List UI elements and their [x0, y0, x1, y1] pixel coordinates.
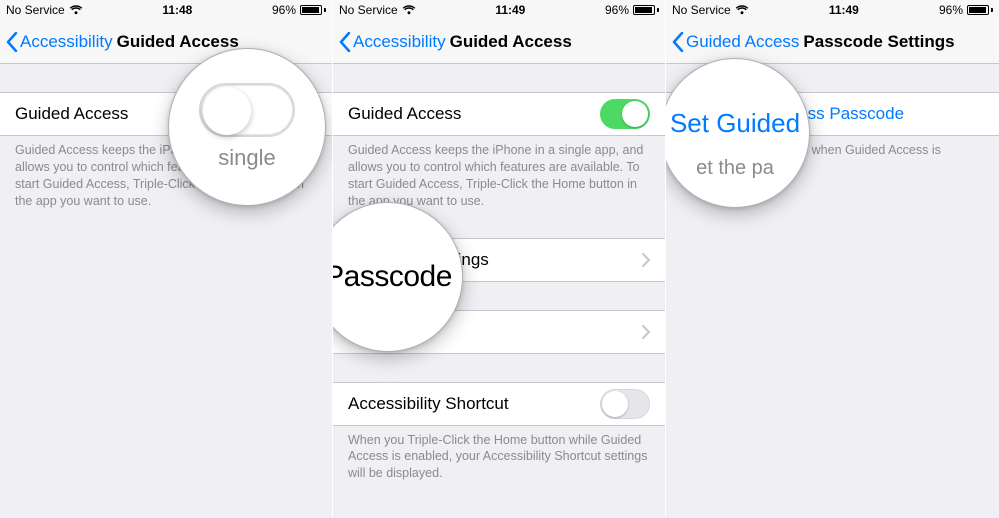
carrier-text: No Service: [672, 3, 731, 17]
group-footer: When you Triple-Click the Home button wh…: [333, 426, 665, 483]
chevron-right-icon: [642, 325, 650, 339]
toggle-switch[interactable]: [600, 389, 650, 419]
row-label: Guided Access: [348, 104, 461, 124]
wifi-icon: [735, 5, 749, 15]
guided-access-toggle-row[interactable]: Guided Access: [333, 92, 665, 136]
nav-bar: Accessibility Guided Access: [333, 20, 665, 64]
magnifier-label-top: Set Guided: [670, 108, 800, 139]
nav-title: Guided Access: [117, 32, 239, 52]
clock: 11:49: [495, 3, 525, 17]
magnified-toggle-switch: [199, 83, 295, 137]
toggle-switch[interactable]: [600, 99, 650, 129]
chevron-left-icon: [339, 32, 351, 52]
magnifier-toggle: single: [168, 48, 326, 206]
clock: 11:48: [162, 3, 192, 17]
magnifier-caption: single: [218, 145, 275, 171]
back-button[interactable]: Accessibility: [6, 32, 113, 52]
back-button[interactable]: Guided Access: [672, 32, 799, 52]
battery-icon: [300, 5, 326, 15]
carrier-text: No Service: [339, 3, 398, 17]
back-label: Accessibility: [353, 32, 446, 52]
wifi-icon: [69, 5, 83, 15]
status-bar: No Service 11:48 96%: [0, 0, 332, 20]
accessibility-shortcut-row[interactable]: Accessibility Shortcut: [333, 382, 665, 426]
back-button[interactable]: Accessibility: [339, 32, 446, 52]
back-label: Accessibility: [20, 32, 113, 52]
chevron-right-icon: [642, 253, 650, 267]
carrier-text: No Service: [6, 3, 65, 17]
nav-title: Guided Access: [450, 32, 572, 52]
screen-passcode-settings: No Service 11:49 96% Guided Access Passc…: [666, 0, 999, 518]
battery-icon: [633, 5, 659, 15]
clock: 11:49: [829, 3, 859, 17]
chevron-left-icon: [672, 32, 684, 52]
group-footer: Guided Access keeps the iPhone in a sing…: [333, 136, 665, 210]
status-bar: No Service 11:49 96%: [666, 0, 999, 20]
battery-percent: 96%: [605, 3, 629, 17]
nav-bar: Guided Access Passcode Settings: [666, 20, 999, 64]
chevron-left-icon: [6, 32, 18, 52]
back-label: Guided Access: [686, 32, 799, 52]
row-label: Accessibility Shortcut: [348, 394, 509, 414]
row-label: Guided Access: [15, 104, 128, 124]
magnifier-set-guided: Set Guided et the pa: [666, 58, 810, 208]
nav-title: Passcode Settings: [803, 32, 954, 52]
screen-guided-access-off: No Service 11:48 96% Accessibility Guide…: [0, 0, 333, 518]
magnifier-label: Passcode: [333, 260, 452, 294]
battery-percent: 96%: [939, 3, 963, 17]
status-bar: No Service 11:49 96%: [333, 0, 665, 20]
magnifier-label-bottom: et the pa: [696, 157, 774, 180]
wifi-icon: [402, 5, 416, 15]
screen-guided-access-on: No Service 11:49 96% Accessibility Guide…: [333, 0, 666, 518]
battery-percent: 96%: [272, 3, 296, 17]
battery-icon: [967, 5, 993, 15]
